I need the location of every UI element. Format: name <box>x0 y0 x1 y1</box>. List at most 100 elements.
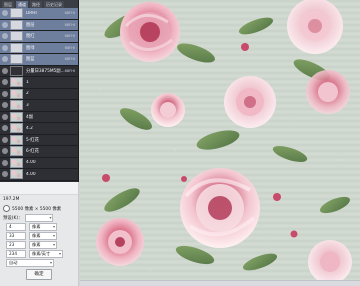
layer-thumbnail <box>10 88 23 99</box>
layer-name: 4.00 <box>26 160 36 166</box>
layer-thumbnail <box>10 42 23 53</box>
eye-icon[interactable] <box>2 33 8 40</box>
eye-icon[interactable] <box>2 21 8 28</box>
preset-row: 预设(K)： ▾ <box>0 213 78 222</box>
layer-row[interactable]: 图红 68FHI <box>0 31 78 43</box>
layer-row[interactable]: 1 <box>0 77 78 89</box>
dimension-radio[interactable] <box>3 205 10 212</box>
layer-row[interactable]: 图层 68FHI <box>0 19 78 31</box>
layer-thumbnail <box>10 54 23 65</box>
document-canvas[interactable] <box>80 0 360 286</box>
eye-icon[interactable] <box>2 159 8 166</box>
resolution-input[interactable]: 23 <box>6 240 26 249</box>
layer-meta: 68FHI <box>64 34 75 39</box>
layer-thumbnail <box>10 77 23 88</box>
layer-row[interactable]: DRHI 68FHI <box>0 8 78 20</box>
layer-row[interactable]: 图绿 68FHI <box>0 42 78 54</box>
chevron-down-icon: ▾ <box>58 250 61 256</box>
eye-icon[interactable] <box>2 136 8 143</box>
eye-icon[interactable] <box>2 171 8 178</box>
dimension-text: 5500 像素 × 5500 像素 <box>12 206 62 212</box>
floral-pattern-artwork <box>80 0 360 286</box>
layer-row[interactable]: 4.00 <box>0 169 78 181</box>
chevron-down-icon: ▾ <box>52 241 55 247</box>
layer-name: 分量日3875M5副... <box>26 68 65 74</box>
horizontal-scrollbar[interactable] <box>80 280 360 286</box>
panel-tabs: 图层 通道 路径 历史记录 <box>0 0 78 8</box>
unit-select[interactable]: 像素 ▾ <box>29 231 57 240</box>
layer-name: 1 <box>26 79 29 85</box>
layer-row[interactable]: 3 <box>0 100 78 112</box>
unit-value: 像素/英寸 <box>32 250 51 256</box>
unit-select[interactable]: 像素 ▾ <box>29 222 57 231</box>
eye-icon[interactable] <box>2 148 8 155</box>
chevron-down-icon: ▾ <box>52 232 55 238</box>
chevron-down-icon: ▾ <box>52 223 55 229</box>
layer-name: 2 <box>26 91 29 97</box>
layer-name: 图蓝 <box>26 57 35 63</box>
layer-row[interactable]: 6-红花 <box>0 146 78 158</box>
field-row: 4 像素 ▾ <box>0 222 78 231</box>
layer-row[interactable]: 图蓝 68FHI <box>0 54 78 66</box>
eye-icon[interactable] <box>2 67 8 74</box>
field-row: 234 像素/英寸 ▾ <box>0 249 78 258</box>
layer-meta: 68FHI <box>64 22 75 27</box>
layer-row[interactable]: 4副 <box>0 111 78 123</box>
size-row: 197.2M <box>0 195 78 204</box>
layer-name: 6-红花 <box>26 149 39 155</box>
size-label: 197.2M <box>3 197 20 202</box>
unit-value: 像素 <box>32 241 41 247</box>
dimension-row: 5500 像素 × 5500 像素 <box>0 204 78 213</box>
layer-meta: 68FHI <box>64 45 75 50</box>
layer-meta: 68FHI <box>64 11 75 16</box>
eye-icon[interactable] <box>2 79 8 86</box>
layer-row[interactable]: 4.2 <box>0 123 78 135</box>
layer-name: 图绿 <box>26 45 35 51</box>
width-input[interactable]: 4 <box>6 222 26 231</box>
density-input[interactable]: 234 <box>6 249 26 258</box>
layer-thumbnail <box>10 134 23 145</box>
height-input[interactable]: 33 <box>6 231 26 240</box>
layer-thumbnail <box>10 31 23 42</box>
unit-select[interactable]: 像素 ▾ <box>29 240 57 249</box>
layer-meta: 68FHI <box>64 57 75 62</box>
unit-value: 像素 <box>32 232 41 238</box>
preset-label: 预设(K)： <box>3 215 23 221</box>
layer-name: 5-红花 <box>26 137 39 143</box>
layer-row[interactable]: 分量日3875M5副... 68FHI <box>0 65 78 77</box>
preset-select[interactable]: ▾ <box>25 213 54 222</box>
tab-paths[interactable]: 路径 <box>30 1 42 8</box>
layer-thumbnail <box>10 123 23 134</box>
tab-layers[interactable]: 图层 <box>2 1 14 8</box>
unit-select[interactable]: 像素/英寸 ▾ <box>29 249 63 258</box>
field-row: 33 像素 ▾ <box>0 231 78 240</box>
eye-icon[interactable] <box>2 125 8 132</box>
layer-thumbnail <box>10 65 23 76</box>
eye-icon[interactable] <box>2 102 8 109</box>
layer-row[interactable]: 2 <box>0 88 78 100</box>
layer-name: 4副 <box>26 114 34 120</box>
eye-icon[interactable] <box>2 90 8 97</box>
eye-icon[interactable] <box>2 10 8 17</box>
layer-thumbnail <box>10 111 23 122</box>
layer-thumbnail <box>10 19 23 30</box>
eye-icon[interactable] <box>2 44 8 51</box>
dialog-header <box>0 182 78 195</box>
layer-thumbnail <box>10 169 23 180</box>
eye-icon[interactable] <box>2 56 8 63</box>
tab-channels[interactable]: 通道 <box>16 1 28 8</box>
layer-row[interactable]: 4.00 <box>0 157 78 169</box>
layer-name: 4.00 <box>26 171 36 177</box>
eye-icon[interactable] <box>2 113 8 120</box>
layers-panel: 图层 通道 路径 历史记录 DRHI 68FHI 图层 68FHI 图红 68F… <box>0 0 79 182</box>
layer-name: 4.2 <box>26 125 33 131</box>
resample-value: 自动 <box>9 259 18 265</box>
layer-row[interactable]: 5-红花 <box>0 134 78 146</box>
layer-name: 图红 <box>26 34 35 40</box>
chevron-down-icon: ▾ <box>49 214 52 220</box>
tab-history[interactable]: 历史记录 <box>44 1 64 8</box>
ok-button[interactable]: 确定 <box>26 269 52 280</box>
field-row: 23 像素 ▾ <box>0 240 78 249</box>
layer-name: 3 <box>26 102 29 108</box>
resample-select[interactable]: 自动 ▾ <box>6 258 54 267</box>
